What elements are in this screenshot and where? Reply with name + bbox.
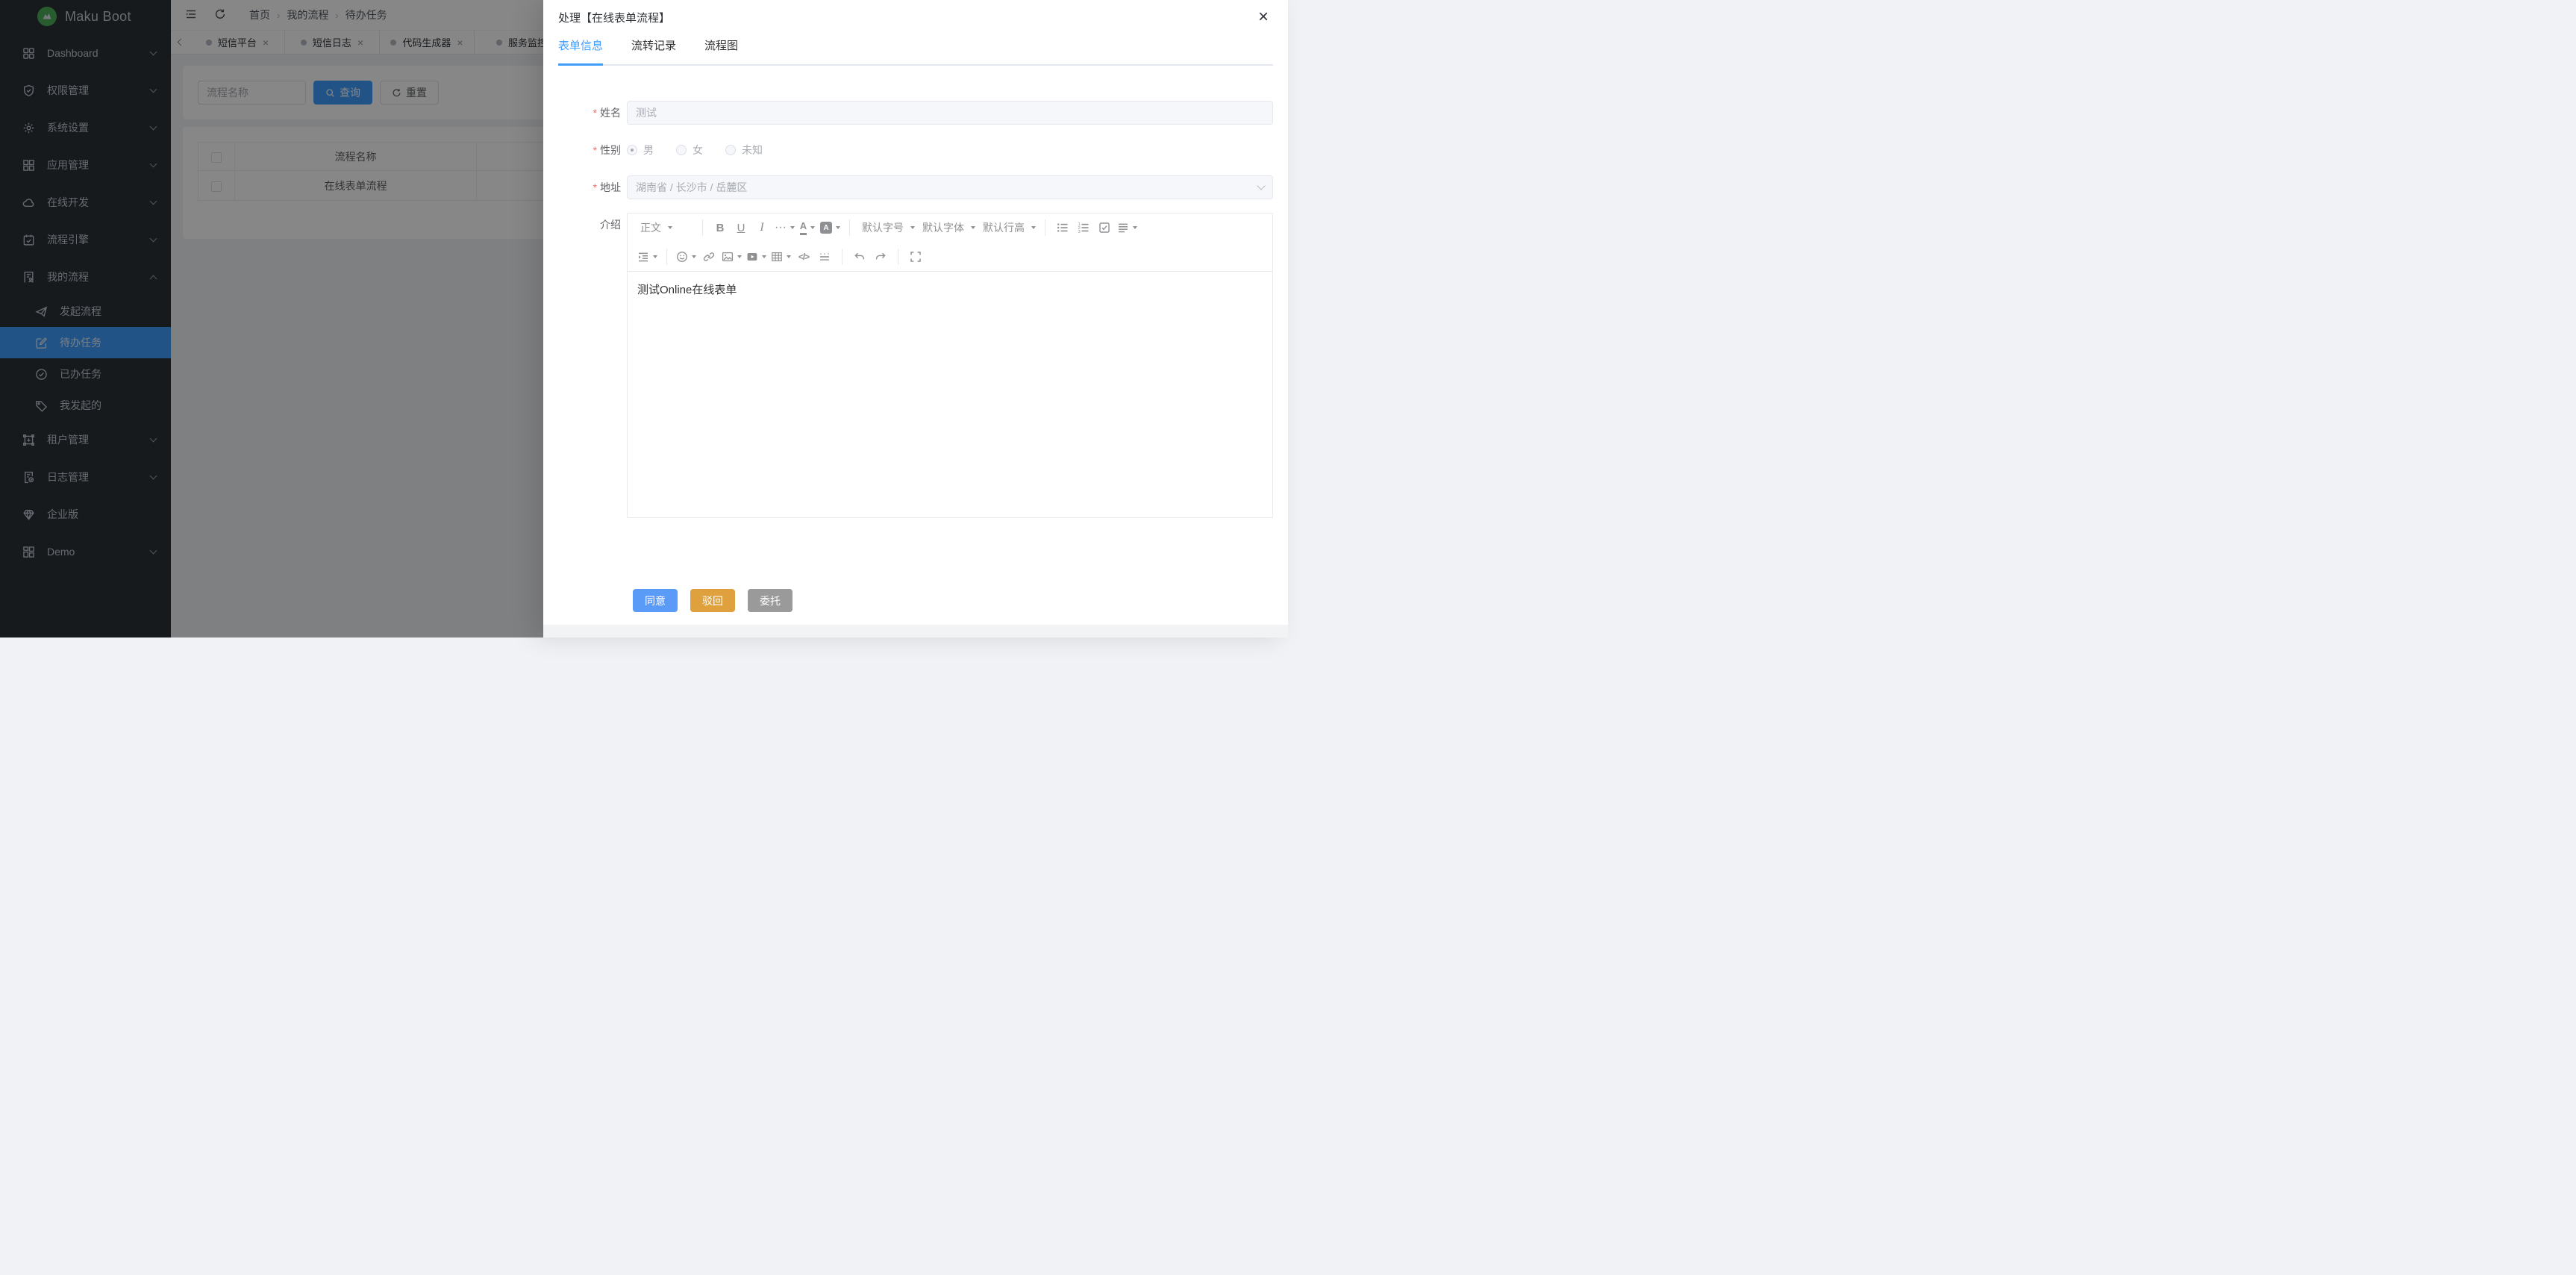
name-field[interactable] — [627, 101, 1273, 125]
redo-icon[interactable] — [870, 247, 891, 266]
caret-down-icon — [692, 255, 696, 258]
italic-button[interactable]: I — [751, 218, 772, 237]
toolbar-divider — [702, 219, 703, 236]
radio-dot-icon — [676, 145, 687, 155]
paragraph-style-dropdown[interactable]: 正文 — [635, 218, 675, 237]
delegate-button[interactable]: 委托 — [748, 589, 793, 612]
underline-button[interactable]: U — [731, 218, 751, 237]
caret-down-icon — [910, 226, 915, 229]
todo-list-icon[interactable] — [1094, 218, 1115, 237]
align-dropdown[interactable] — [1115, 218, 1139, 237]
approve-button[interactable]: 同意 — [633, 589, 678, 612]
drawer-actions: 同意 驳回 委托 — [633, 589, 1273, 612]
video-dropdown[interactable] — [744, 247, 769, 266]
tab-flow-chart[interactable]: 流程图 — [704, 39, 738, 64]
address-label: 地址 — [558, 175, 627, 199]
caret-down-icon — [762, 255, 766, 258]
editor-content[interactable]: 测试Online在线表单 — [628, 272, 1272, 517]
radio-male[interactable]: 男 — [627, 143, 654, 158]
intro-label: 介绍 — [558, 213, 627, 237]
app-root: Maku Boot Dashboard 权限管理 系统设置 应用管理 — [0, 0, 1288, 638]
svg-text:3: 3 — [1078, 230, 1081, 234]
caret-down-icon — [810, 226, 815, 229]
process-drawer: 处理【在线表单流程】 × 表单信息 流转记录 流程图 姓名 性别 男 女 未知 — [543, 0, 1288, 638]
table-dropdown[interactable] — [769, 247, 793, 266]
radio-unknown[interactable]: 未知 — [725, 143, 763, 158]
bold-button[interactable]: B — [710, 218, 731, 237]
toolbar-divider — [849, 219, 850, 236]
image-dropdown[interactable] — [719, 247, 744, 266]
tab-flow-record[interactable]: 流转记录 — [631, 39, 676, 64]
emoji-dropdown[interactable] — [674, 247, 698, 266]
gender-radio-group: 男 女 未知 — [627, 138, 1273, 162]
caret-down-icon — [737, 255, 742, 258]
caret-down-icon — [1031, 226, 1036, 229]
address-cascader[interactable]: 湖南省 / 长沙市 / 岳麓区 — [627, 175, 1273, 199]
link-icon[interactable] — [698, 247, 719, 266]
font-color-dropdown[interactable]: A — [797, 218, 818, 237]
radio-female[interactable]: 女 — [676, 143, 703, 158]
form-row-name: 姓名 — [558, 101, 1273, 125]
bullet-list-icon[interactable] — [1052, 218, 1073, 237]
caret-down-icon — [653, 255, 657, 258]
divider-hr-icon[interactable] — [814, 247, 835, 266]
gender-label: 性别 — [558, 138, 627, 162]
tab-form-info[interactable]: 表单信息 — [558, 39, 603, 64]
chevron-down-icon — [1257, 181, 1265, 190]
editor-toolbar-row2: </> — [628, 242, 1272, 272]
toolbar-divider — [666, 249, 667, 265]
form-row-gender: 性别 男 女 未知 — [558, 138, 1273, 162]
caret-down-icon — [836, 226, 840, 229]
fullscreen-icon[interactable] — [905, 247, 926, 266]
caret-down-icon — [668, 226, 672, 229]
ordered-list-icon[interactable]: 123 — [1073, 218, 1094, 237]
more-styles-dropdown[interactable]: ··· — [772, 218, 797, 237]
drawer-title: 处理【在线表单流程】 — [558, 10, 670, 25]
caret-down-icon — [790, 226, 795, 229]
name-label: 姓名 — [558, 101, 627, 125]
reject-button[interactable]: 驳回 — [690, 589, 735, 612]
font-family-dropdown[interactable]: 默认字体 — [917, 218, 978, 237]
editor-toolbar-row1: 正文 “ B U I ··· A A 默认字号 默认字体 默认行高 — [628, 213, 1272, 242]
undo-icon[interactable] — [849, 247, 870, 266]
rich-text-editor: 正文 “ B U I ··· A A 默认字号 默认字体 默认行高 — [627, 213, 1273, 518]
indent-dropdown[interactable] — [635, 247, 660, 266]
drawer-body: 姓名 性别 男 女 未知 地址 湖南省 / 长沙市 / 岳麓区 — [543, 66, 1288, 612]
caret-down-icon — [971, 226, 975, 229]
caret-down-icon — [787, 255, 791, 258]
line-height-dropdown[interactable]: 默认行高 — [978, 218, 1038, 237]
caret-down-icon — [1133, 226, 1137, 229]
font-size-dropdown[interactable]: 默认字号 — [857, 218, 917, 237]
address-value: 湖南省 / 长沙市 / 岳麓区 — [636, 180, 747, 195]
bg-color-dropdown[interactable]: A — [818, 218, 842, 237]
code-block-icon[interactable]: </> — [793, 247, 814, 266]
radio-dot-icon — [627, 145, 637, 155]
drawer-bottom-strip — [543, 625, 1288, 638]
form-row-intro: 介绍 正文 “ B U I ··· A A 默认字号 默认字体 — [558, 213, 1273, 518]
close-icon[interactable]: × — [1258, 10, 1269, 25]
radio-dot-icon — [725, 145, 736, 155]
form-row-address: 地址 湖南省 / 长沙市 / 岳麓区 — [558, 175, 1273, 199]
blockquote-icon[interactable]: “ — [675, 218, 695, 237]
drawer-header: 处理【在线表单流程】 × — [543, 0, 1288, 30]
drawer-tabs: 表单信息 流转记录 流程图 — [558, 39, 1273, 66]
